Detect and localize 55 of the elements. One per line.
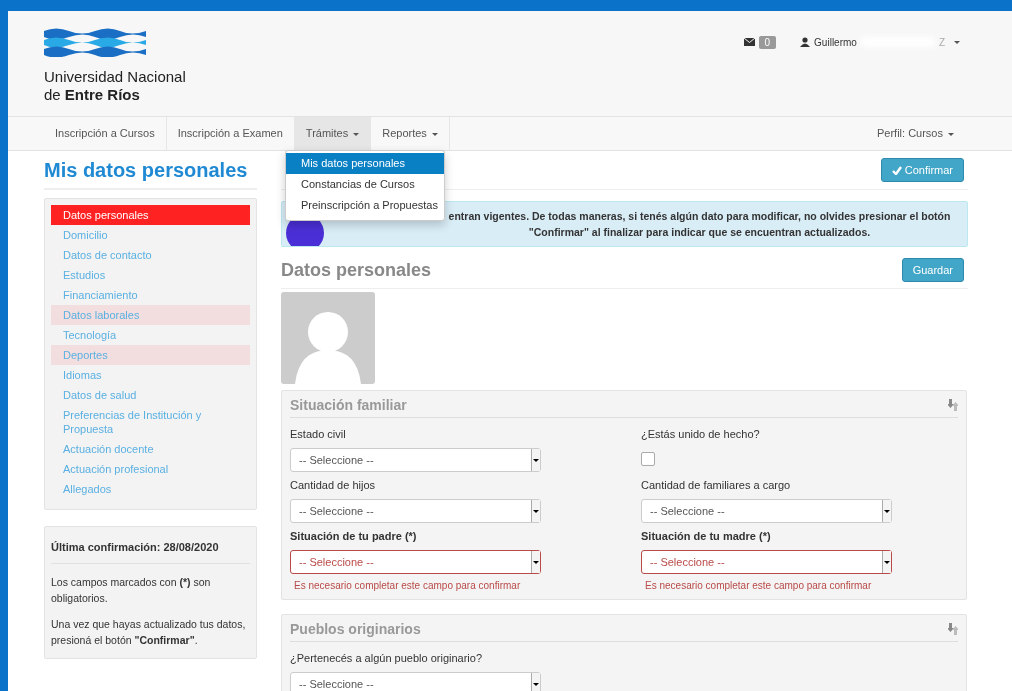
field-label: Estado civil (290, 428, 347, 440)
profile-menu[interactable]: Perfil: Cursos (865, 117, 965, 150)
last-confirmation: Última confirmación: 28/08/2020 (51, 531, 250, 564)
select-field[interactable]: -- Seleccione -- (290, 448, 541, 472)
field-label: Cantidad de familiares a cargo (641, 479, 792, 491)
alert-text: "Confirmar" al finalizar para indicar que se encuentran actualizados. (527, 225, 872, 240)
sidebar-item[interactable]: Datos de contacto (51, 245, 250, 265)
university-name: Universidad Nacional de Entre Ríos (44, 68, 186, 104)
confirm-button[interactable]: Confirmar (880, 158, 964, 182)
info-text: Los campos marcados con (*) son obligatorios. (51, 575, 212, 606)
error-message: Es necesario completar este campo para confirmar (293, 580, 522, 591)
message-count: 0 (758, 35, 777, 49)
waves-logo-icon (44, 27, 146, 57)
field-label: ¿Pertenecés a algún pueblo originario? (290, 652, 484, 664)
sidebar-item[interactable]: Preferencias de Institución y Propuesta (51, 405, 250, 439)
sidebar-item[interactable]: Domicilio (51, 225, 250, 245)
panel-title: Pueblos originarios (290, 621, 421, 637)
menu-item[interactable]: Constancias de Cursos (286, 174, 444, 195)
select-field[interactable]: -- Seleccione -- (290, 672, 541, 691)
field-label: Situación de tu padre (*) (290, 530, 418, 542)
select-field[interactable]: -- Seleccione -- (641, 550, 892, 574)
select-field[interactable]: -- Seleccione -- (290, 499, 541, 523)
user-menu[interactable]: Guillermo Z (800, 36, 960, 48)
field-label: Situación de tu madre (*) (641, 530, 772, 542)
nav-tab[interactable]: Inscripción a Cursos (44, 117, 167, 150)
info-text: Una vez que hayas actualizado tus datos, presioná el botón "Confirmar". (51, 617, 247, 648)
sidebar-item[interactable]: Allegados (51, 479, 250, 499)
sidebar-item[interactable]: Estudios (51, 265, 250, 285)
error-message: Es necesario completar este campo para confirmar (644, 580, 873, 591)
field-label: Cantidad de hijos (290, 479, 376, 491)
sort-icon[interactable] (948, 623, 958, 635)
sidebar-item[interactable]: Actuación profesional (51, 459, 250, 479)
sidebar-item[interactable]: Actuación docente (51, 439, 250, 459)
page-title: Mis datos personales (44, 159, 257, 190)
panel-title: Situación familiar (290, 397, 407, 413)
nav-tab[interactable]: Trámites (294, 117, 372, 150)
section-title: Datos personales (281, 259, 432, 281)
alert-text: entran vigentes. De todas maneras, si tenés algún dato para modificar, no olvides presionar el botón (447, 209, 952, 224)
field-label: ¿Estás unido de hecho? (641, 428, 761, 440)
envelope-icon[interactable] (743, 38, 755, 46)
check-icon (891, 165, 902, 175)
menu-item[interactable]: Mis datos personales (286, 153, 444, 174)
select-field[interactable]: -- Seleccione -- (641, 499, 892, 523)
sidebar-item[interactable]: Financiamiento (51, 285, 250, 305)
sort-icon[interactable] (948, 399, 958, 411)
caret-icon (954, 40, 960, 44)
sidebar-item[interactable]: Datos de salud (51, 385, 250, 405)
checkbox[interactable] (641, 452, 655, 466)
select-field[interactable]: -- Seleccione -- (290, 550, 541, 574)
menu-item[interactable]: Preinscripción a Propuestas (286, 195, 444, 216)
sidebar-item[interactable]: Idiomas (51, 365, 250, 385)
save-button[interactable]: Guardar (901, 258, 964, 282)
sidebar-item[interactable]: Datos personales (51, 205, 250, 225)
sidebar-item[interactable]: Tecnología (51, 325, 250, 345)
user-icon (800, 37, 811, 47)
